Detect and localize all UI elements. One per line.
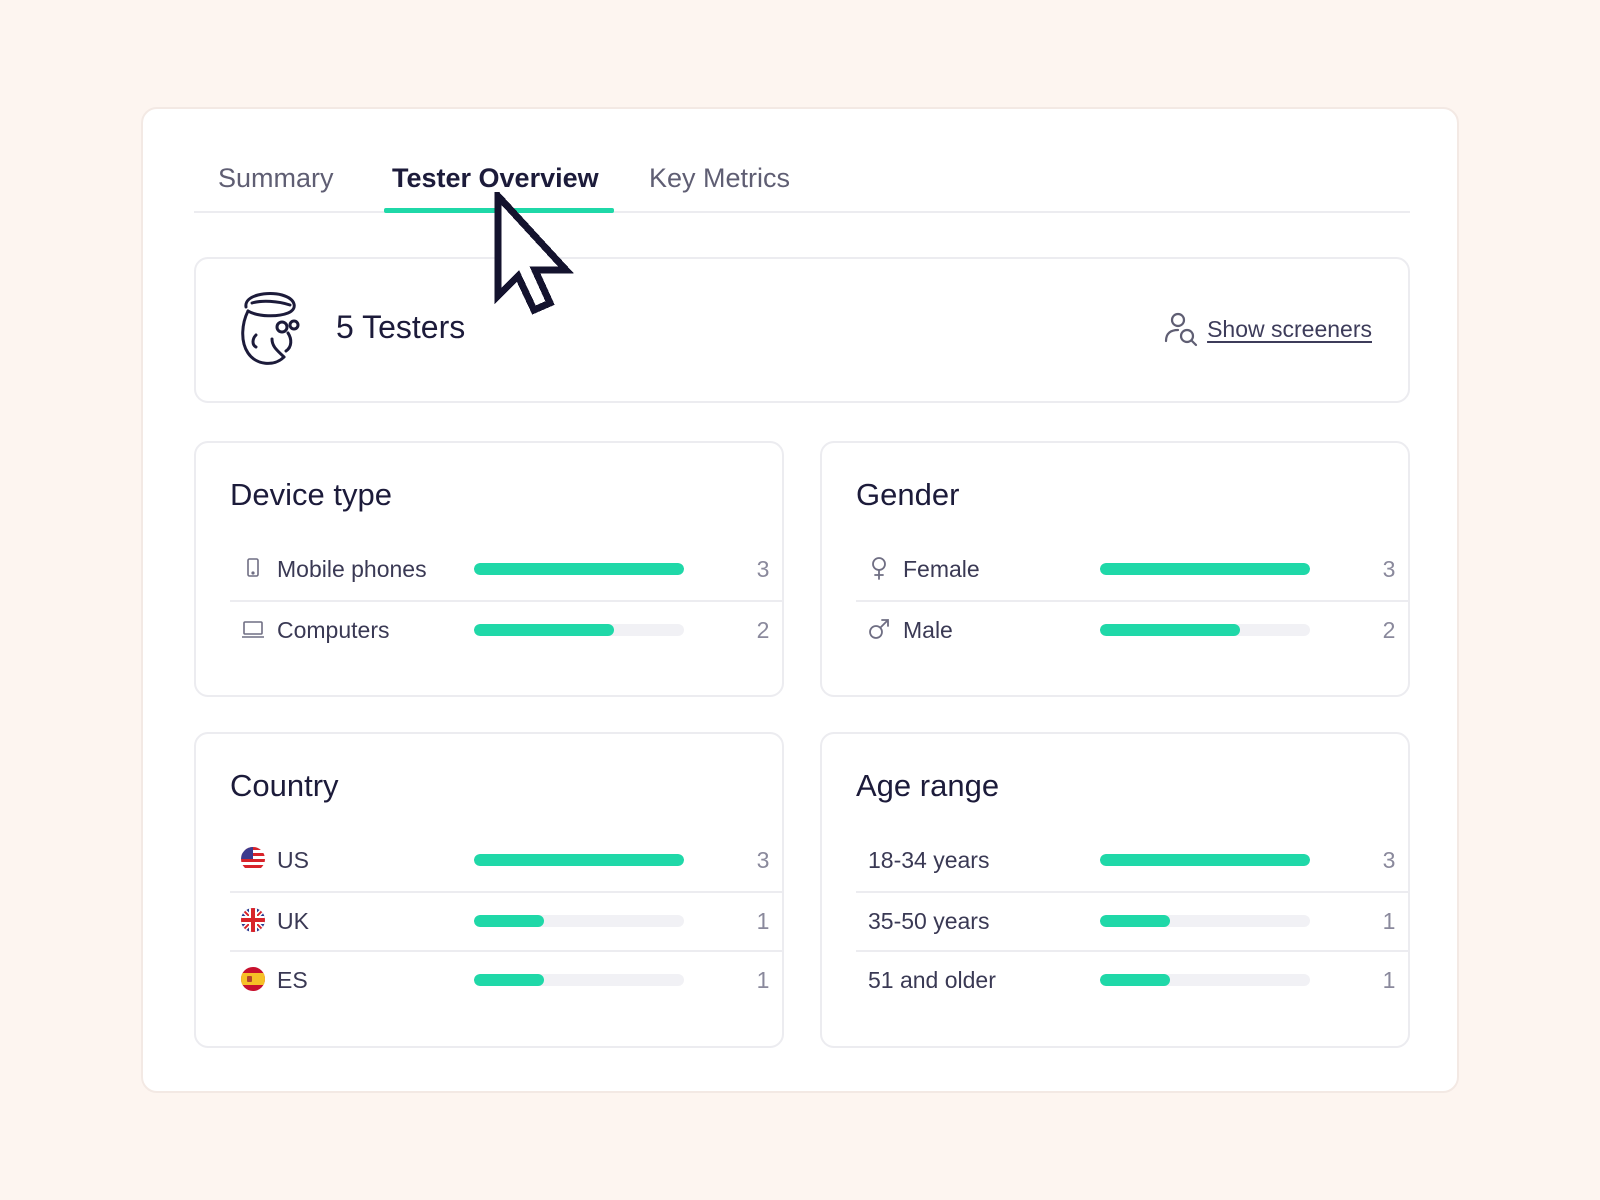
row-label: 51 and older	[868, 967, 996, 993]
user-search-icon	[1164, 312, 1198, 347]
bar-track	[1100, 563, 1310, 575]
row-count: 2	[756, 617, 770, 643]
stat-row: 35-50 years 1	[856, 891, 1410, 950]
row-count: 2	[1382, 617, 1396, 643]
show-screeners-button[interactable]: Show screeners	[1163, 311, 1372, 347]
stat-row: Computers 2	[230, 600, 784, 659]
bar-track	[474, 563, 684, 575]
country-title: Country	[230, 768, 339, 803]
stat-row: Mobile phones 3	[230, 541, 784, 600]
bar-fill	[474, 854, 684, 866]
laptop-icon	[242, 621, 264, 638]
bar-track	[1100, 915, 1310, 927]
tab-summary[interactable]: Summary	[218, 163, 334, 194]
row-label: 18-34 years	[868, 847, 990, 873]
tester-overview-card: Summary Tester Overview Key Metrics 5 Te…	[141, 107, 1459, 1093]
bar-track	[474, 974, 684, 986]
gender-panel: Gender Female 3 Male 2	[820, 441, 1410, 697]
age-range-title: Age range	[856, 768, 1000, 803]
device-type-panel: Device type Mobile phones 3 Computers 2	[194, 441, 784, 697]
stat-row: Female 3	[856, 541, 1410, 600]
stat-row: UK 1	[230, 891, 784, 950]
uk-flag-icon	[241, 908, 265, 932]
row-count: 1	[1382, 908, 1396, 934]
device-type-title: Device type	[230, 477, 392, 512]
gender-title: Gender	[856, 477, 960, 512]
bar-fill	[1100, 854, 1310, 866]
bar-fill	[1100, 624, 1241, 636]
country-panel: Country US 3 UK 1 ES 1	[194, 732, 784, 1048]
age-range-panel: Age range 18-34 years 3 35-50 years 1 51…	[820, 732, 1410, 1048]
tester-face-icon	[241, 292, 300, 365]
us-flag-icon	[241, 847, 265, 871]
bar-track	[474, 624, 684, 636]
row-count: 1	[756, 967, 770, 993]
bar-track	[1100, 624, 1310, 636]
row-count: 1	[756, 908, 770, 934]
female-symbol-icon	[872, 557, 886, 580]
row-count: 3	[1382, 847, 1396, 873]
row-label: UK	[277, 908, 309, 934]
bar-fill	[1100, 563, 1310, 575]
testers-summary-panel: 5 Testers Show screeners	[194, 257, 1410, 403]
bar-track	[474, 854, 684, 866]
stat-row: 18-34 years 3	[856, 832, 1410, 891]
row-count: 1	[1382, 967, 1396, 993]
bar-fill	[474, 915, 544, 927]
bar-fill	[474, 974, 544, 986]
tab-bar: Summary Tester Overview Key Metrics	[194, 109, 1410, 213]
stat-row: 51 and older 1	[856, 950, 1410, 1009]
bar-fill	[1100, 974, 1170, 986]
es-flag-icon	[241, 967, 265, 991]
row-label: 35-50 years	[868, 908, 990, 934]
male-symbol-icon	[869, 619, 889, 639]
show-screeners-link[interactable]: Show screeners	[1207, 316, 1372, 343]
bar-track	[1100, 974, 1310, 986]
row-label: Mobile phones	[277, 556, 427, 582]
bar-fill	[474, 563, 684, 575]
row-label: US	[277, 847, 309, 873]
stat-row: ES 1	[230, 950, 784, 1009]
row-label: Female	[903, 556, 980, 582]
row-count: 3	[756, 556, 770, 582]
tab-tester-overview[interactable]: Tester Overview	[392, 163, 599, 194]
row-count: 3	[1382, 556, 1396, 582]
active-tab-indicator	[384, 208, 614, 213]
testers-count: 5 Testers	[336, 309, 466, 345]
row-label: Male	[903, 617, 953, 643]
row-label: ES	[277, 967, 308, 993]
stat-row: Male 2	[856, 600, 1410, 659]
mobile-phone-icon	[247, 558, 259, 577]
bar-fill	[1100, 915, 1170, 927]
tab-key-metrics[interactable]: Key Metrics	[649, 163, 790, 194]
bar-track	[1100, 854, 1310, 866]
row-label: Computers	[277, 617, 390, 643]
stat-row: US 3	[230, 832, 784, 891]
bar-track	[474, 915, 684, 927]
bar-fill	[474, 624, 615, 636]
row-count: 3	[756, 847, 770, 873]
